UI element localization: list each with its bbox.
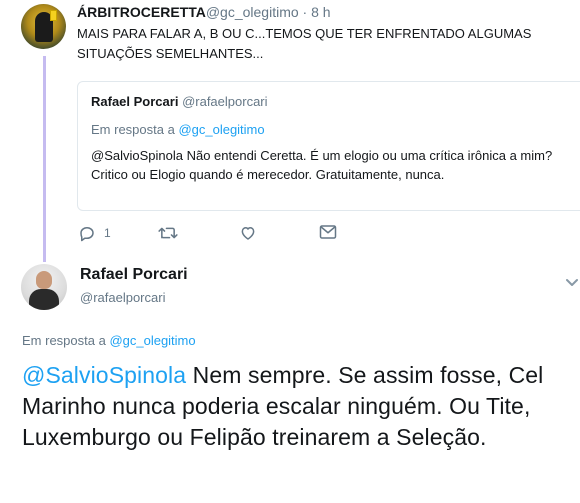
quoted-reply-prefix: Em resposta a: [91, 122, 179, 137]
quoted-author-handle: @rafaelporcari: [182, 94, 268, 109]
parent-author-handle[interactable]: @gc_olegitimo: [206, 4, 299, 20]
main-reply-prefix: Em resposta a: [22, 333, 110, 348]
quoted-text-line: @SalvioSpinola Não entendi Ceretta. É um…: [91, 148, 553, 163]
chevron-down-icon[interactable]: [566, 278, 578, 288]
parent-tweet-header: ÁRBITROCERETTA@gc_olegitimo · 8 h: [77, 4, 331, 20]
like-icon: [241, 227, 255, 240]
quoted-tweet-card[interactable]: Rafael Porcari @rafaelporcari Em respost…: [77, 81, 580, 211]
parent-author-name[interactable]: ÁRBITROCERETTA: [77, 4, 206, 20]
message-icon: [319, 225, 337, 239]
main-reply-to-link[interactable]: @gc_olegitimo: [109, 333, 195, 348]
like-button[interactable]: [239, 224, 257, 242]
reply-count: 1: [104, 226, 111, 240]
main-author-handle[interactable]: @rafaelporcari: [80, 290, 165, 305]
header-separator: ·: [298, 4, 312, 20]
quoted-tweet-header: Rafael Porcari @rafaelporcari: [91, 94, 268, 109]
reply-button[interactable]: 1: [78, 224, 111, 242]
main-author-name[interactable]: Rafael Porcari: [80, 266, 188, 284]
quoted-text-line: Critico ou Elogio quando é merecedor. Gr…: [91, 167, 445, 182]
quoted-tweet-text: @SalvioSpinola Não entendi Ceretta. É um…: [91, 146, 571, 184]
main-tweet-text: @SalvioSpinola Nem sempre. Se assim foss…: [22, 360, 578, 453]
thread-connector-line: [43, 56, 46, 262]
referee-avatar-icon[interactable]: [21, 4, 66, 49]
retweet-icon: [158, 227, 178, 239]
user-avatar-icon[interactable]: [21, 264, 67, 310]
main-reply-context: Em resposta a @gc_olegitimo: [22, 333, 196, 348]
direct-message-button[interactable]: [319, 224, 337, 240]
retweet-button[interactable]: [158, 224, 178, 242]
quoted-reply-context: Em resposta a @gc_olegitimo: [91, 122, 265, 137]
parent-tweet-time[interactable]: 8 h: [311, 4, 330, 20]
quoted-reply-to-link[interactable]: @gc_olegitimo: [178, 122, 264, 137]
main-tweet-mention[interactable]: @SalvioSpinola: [22, 362, 186, 388]
quoted-author-name: Rafael Porcari: [91, 94, 179, 109]
parent-tweet-text: MAIS PARA FALAR A, B OU C...TEMOS QUE TE…: [77, 26, 532, 61]
reply-icon: [80, 227, 94, 242]
